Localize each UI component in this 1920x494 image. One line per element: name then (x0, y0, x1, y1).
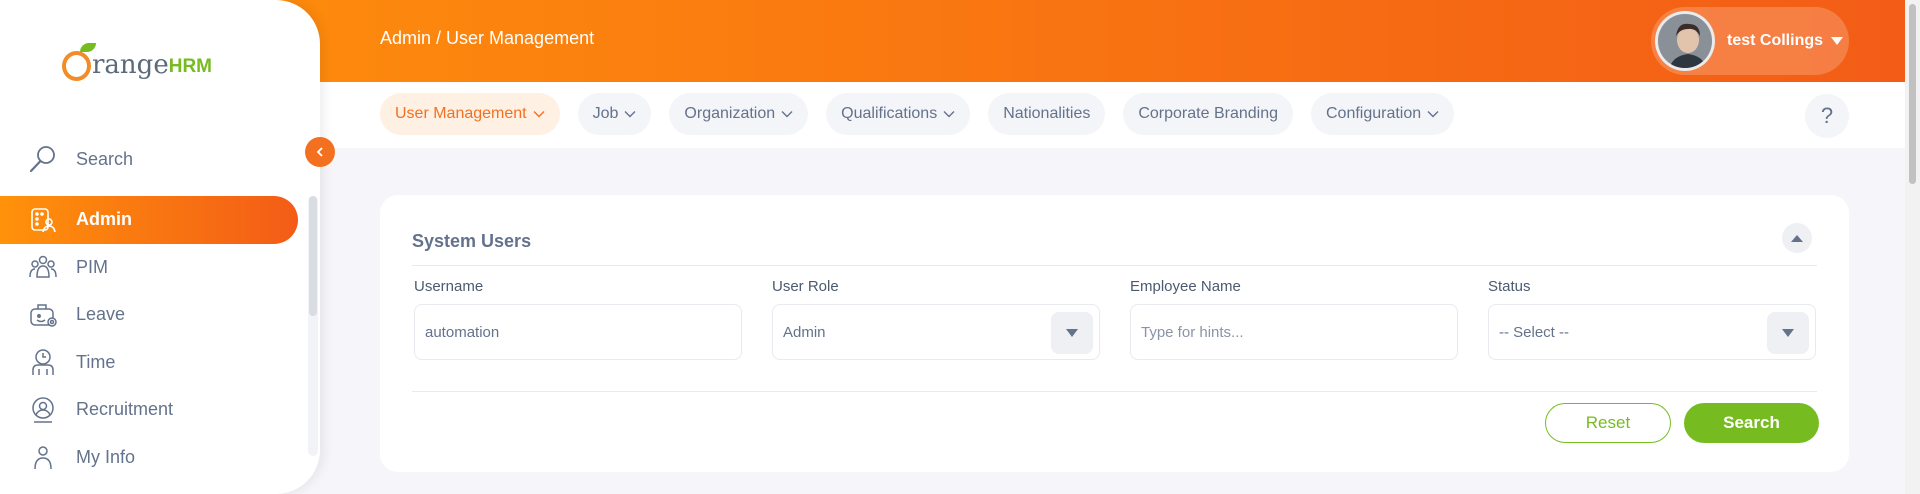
caret-down-icon (1782, 329, 1794, 337)
logo-text: range (92, 50, 169, 80)
employee-name-box (1130, 304, 1458, 360)
dropdown-button[interactable] (1051, 312, 1093, 354)
tab-label: User Management (395, 105, 527, 122)
username-box (414, 304, 742, 360)
employee-name-field-group: Employee Name (1130, 278, 1458, 360)
employee-name-label: Employee Name (1130, 278, 1241, 295)
sidebar-menu: Admin PIM Leave Time Recruitment My Info (0, 196, 300, 481)
help-button[interactable]: ? (1805, 94, 1849, 138)
status-label: Status (1488, 278, 1531, 295)
time-icon (28, 347, 58, 377)
caret-down-icon (1831, 37, 1844, 45)
sidebar-item-my-info[interactable]: My Info (0, 434, 300, 482)
my-info-icon (28, 442, 58, 472)
employee-name-input[interactable] (1141, 323, 1447, 341)
tab-qualifications[interactable]: Qualifications (826, 93, 971, 135)
sidebar-item-label: Recruitment (76, 399, 174, 420)
tab-corporate-branding[interactable]: Corporate Branding (1123, 93, 1293, 135)
status-select[interactable]: -- Select -- (1488, 304, 1816, 360)
sidebar-search-label: Search (76, 148, 134, 169)
leave-icon (28, 300, 58, 330)
tab-label: Nationalities (1003, 105, 1091, 122)
tab-label: Configuration (1325, 105, 1422, 122)
recruitment-icon (28, 395, 58, 425)
username-field-group: Username (414, 278, 742, 360)
sidebar-item-label: My Info (76, 446, 136, 467)
chevron-down-icon (1427, 111, 1439, 118)
tab-nationalities[interactable]: Nationalities (988, 93, 1106, 135)
dropdown-button[interactable] (1767, 312, 1809, 354)
chevron-down-icon (624, 111, 636, 118)
divider (412, 265, 1817, 266)
logo-o-mark (62, 43, 96, 81)
user-role-select[interactable]: Admin (772, 304, 1100, 360)
tab-configuration[interactable]: Configuration (1310, 93, 1455, 135)
chevron-down-icon (533, 111, 545, 118)
tab-user-management[interactable]: User Management (380, 93, 560, 135)
sidebar-item-label: PIM (76, 256, 109, 277)
user-name: test Collings (1727, 32, 1824, 49)
status-value: -- Select -- (1499, 323, 1570, 341)
sidebar-item-label: Admin (76, 209, 132, 230)
reset-button[interactable]: Reset (1545, 403, 1671, 443)
user-role-value: Admin (783, 323, 826, 341)
sidebar-item-time[interactable]: Time (0, 339, 300, 387)
sidebar-item-leave[interactable]: Leave (0, 291, 300, 339)
sidebar: range HRM Search Admin PIM Leave Time Re… (0, 0, 320, 494)
search-icon (29, 146, 55, 173)
chevron-left-icon (316, 147, 323, 157)
user-role-label: User Role (772, 278, 839, 295)
user-dropdown[interactable]: test Collings (1651, 7, 1849, 75)
page-scrollbar[interactable] (1905, 0, 1920, 494)
username-label: Username (414, 278, 484, 295)
chevron-down-icon (781, 111, 793, 118)
tab-label: Organization (684, 105, 776, 122)
tab-organization[interactable]: Organization (669, 93, 809, 135)
breadcrumb: Admin / User Management (380, 28, 595, 48)
pim-icon (28, 252, 58, 282)
logo-text-hrm: HRM (168, 56, 212, 77)
chevron-down-icon (943, 111, 955, 118)
sidebar-item-label: Time (76, 351, 116, 372)
sidebar-scrollbar[interactable] (309, 196, 317, 316)
tab-label: Qualifications (841, 105, 938, 122)
tab-label: Corporate Branding (1138, 105, 1278, 122)
sidebar-item-admin[interactable]: Admin (0, 196, 298, 244)
caret-down-icon (1066, 329, 1078, 337)
sidebar-item-recruitment[interactable]: Recruitment (0, 386, 300, 434)
status-field-group: Status -- Select -- (1488, 278, 1816, 360)
tab-job[interactable]: Job (577, 93, 652, 135)
user-role-field-group: User Role Admin (772, 278, 1100, 360)
sidebar-item-label: Leave (76, 304, 126, 325)
sidebar-search[interactable]: Search (28, 136, 133, 182)
tab-label: Job (592, 105, 619, 122)
admin-icon (28, 205, 58, 235)
caret-up-icon (1791, 234, 1803, 242)
username-input[interactable] (425, 323, 731, 341)
system-users-filter-card: System Users Username User Role Admin Em… (380, 195, 1849, 472)
admin-subnav: User Management Job Organization Qualifi… (320, 82, 1905, 148)
card-title: System Users (412, 231, 532, 251)
scrollbar-thumb[interactable] (1909, 4, 1916, 184)
sidebar-item-pim[interactable]: PIM (0, 244, 300, 292)
divider (412, 391, 1817, 392)
sidebar-collapse-button[interactable] (305, 137, 335, 167)
search-button[interactable]: Search (1684, 403, 1819, 443)
collapse-filter-button[interactable] (1782, 223, 1812, 253)
avatar (1655, 11, 1715, 71)
orangehrm-logo[interactable]: range HRM (62, 40, 212, 84)
